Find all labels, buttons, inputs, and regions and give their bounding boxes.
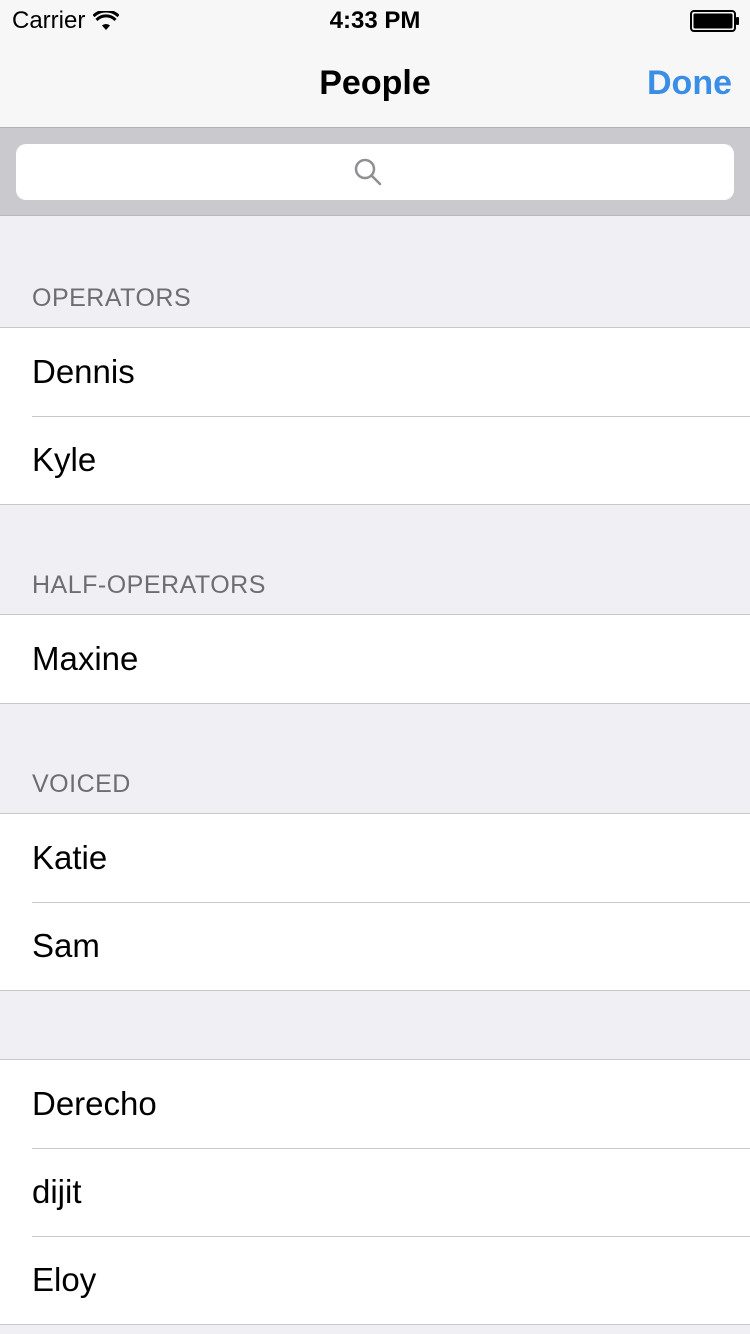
person-row-kyle[interactable]: Kyle: [0, 416, 750, 504]
person-name: Kyle: [32, 441, 97, 478]
status-time: 4:33 PM: [329, 7, 421, 34]
done-button[interactable]: Done: [647, 64, 732, 103]
users-list: Derecho dijit Eloy: [0, 1059, 750, 1325]
person-row-maxine[interactable]: Maxine: [0, 615, 750, 703]
person-row-derecho[interactable]: Derecho: [0, 1060, 750, 1148]
people-screen: Carrier 4:33 PM People Done OPERATORS De…: [0, 0, 750, 1334]
person-name: dijit: [32, 1173, 82, 1210]
section-header-half-operators: HALF-OPERATORS: [32, 571, 266, 599]
navigation-bar: Carrier 4:33 PM People Done: [0, 0, 750, 128]
half-operators-list: Maxine: [0, 614, 750, 704]
person-name: Dennis: [32, 353, 135, 390]
person-row-sam[interactable]: Sam: [0, 902, 750, 990]
page-title: People: [319, 64, 431, 102]
operators-list: Dennis Kyle: [0, 327, 750, 505]
person-row-katie[interactable]: Katie: [0, 814, 750, 902]
section-header-operators: OPERATORS: [32, 284, 192, 312]
voiced-list: Katie Sam: [0, 813, 750, 991]
person-row-dennis[interactable]: Dennis: [0, 328, 750, 416]
battery-icon: [690, 10, 739, 32]
search-icon: [354, 158, 382, 186]
person-name: Katie: [32, 839, 108, 876]
status-bar: Carrier 4:33 PM: [0, 0, 750, 40]
person-name: Derecho: [32, 1085, 157, 1122]
person-row-dijit[interactable]: dijit: [0, 1148, 750, 1236]
person-row-eloy[interactable]: Eloy: [0, 1236, 750, 1324]
person-name: Maxine: [32, 640, 139, 677]
person-name: Sam: [32, 927, 100, 964]
section-header-voiced: VOICED: [32, 770, 131, 798]
person-name: Eloy: [32, 1261, 97, 1298]
